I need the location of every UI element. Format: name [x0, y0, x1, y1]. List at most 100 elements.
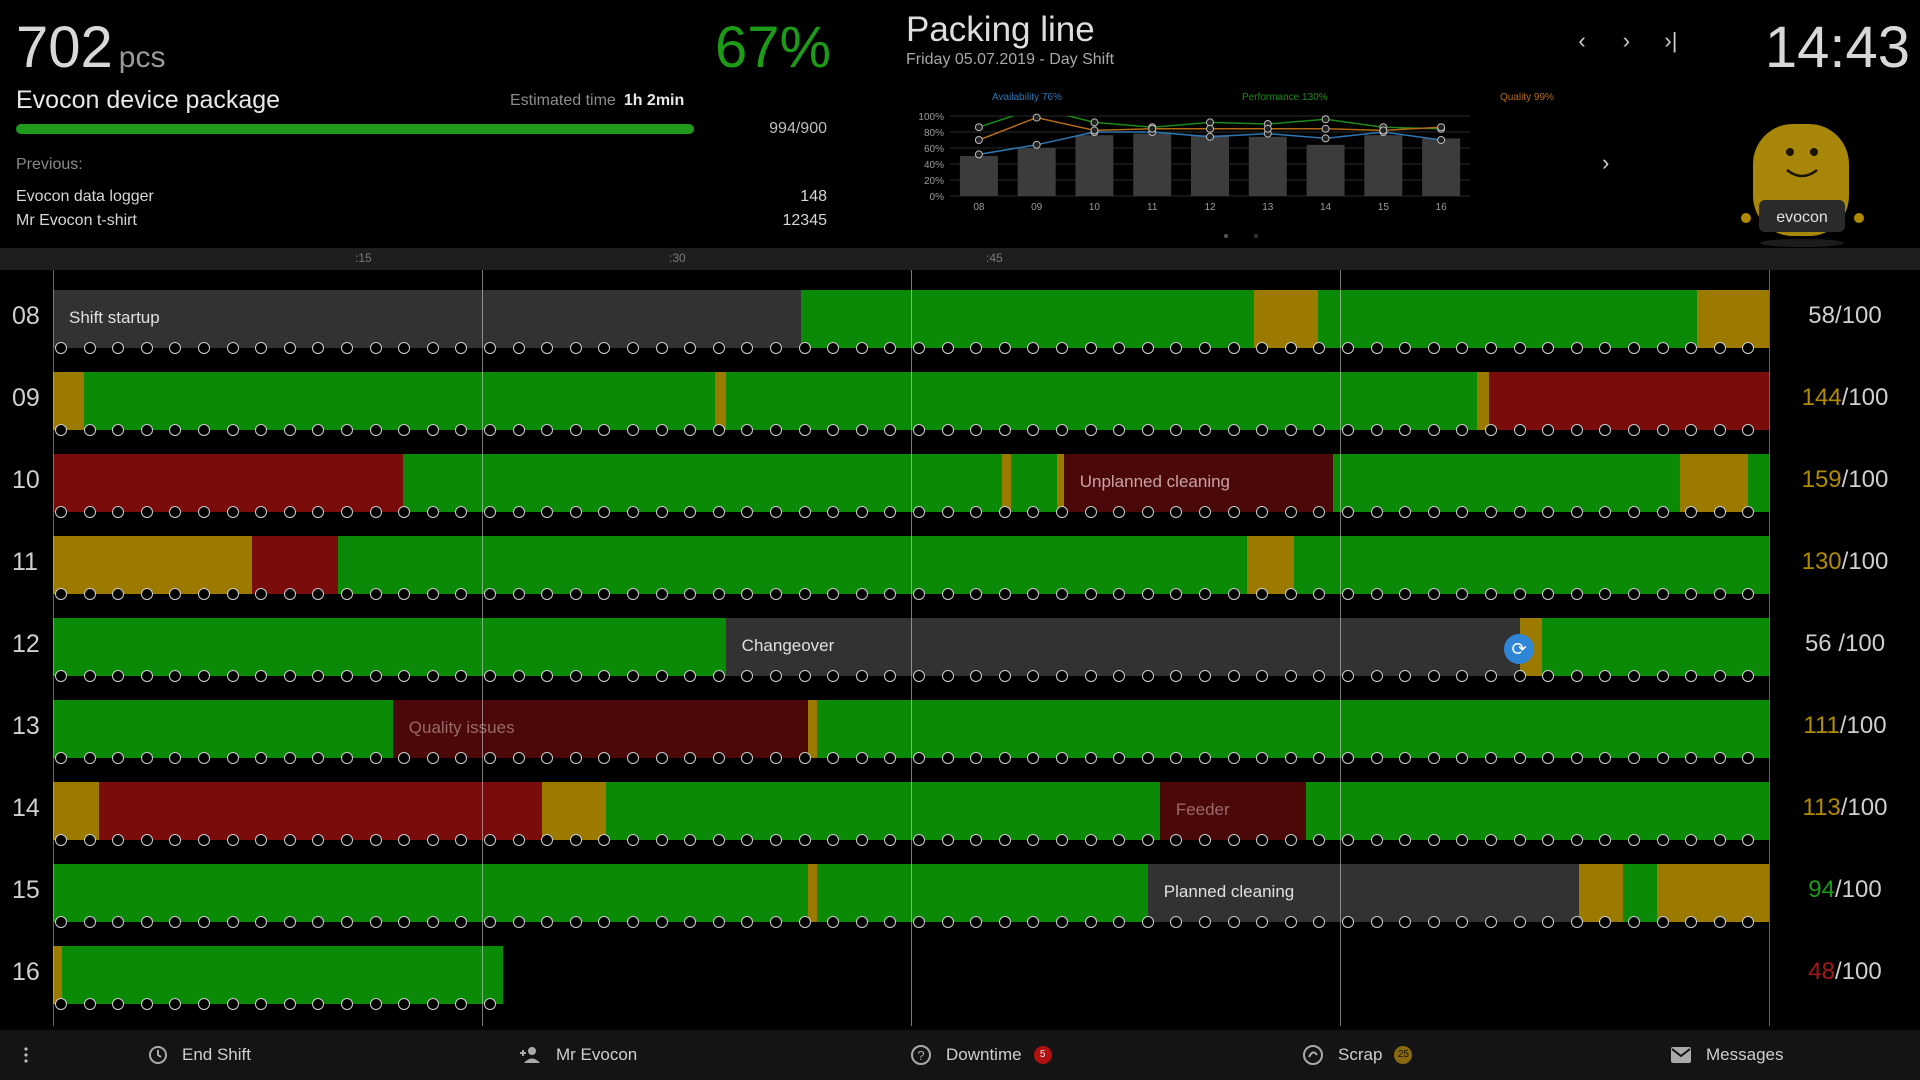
status-segment[interactable]	[715, 372, 726, 430]
cycle-marker	[140, 588, 153, 600]
cycle-marker	[398, 834, 411, 846]
status-segment[interactable]	[53, 372, 84, 430]
status-segment[interactable]	[1293, 536, 1769, 594]
status-segment[interactable]	[1477, 372, 1490, 430]
status-segment[interactable]	[1489, 372, 1769, 430]
cycle-marker	[198, 506, 210, 518]
cycle-marker	[884, 834, 897, 846]
cycle-marker	[1227, 834, 1240, 846]
status-segment[interactable]	[99, 782, 543, 840]
stop-segment[interactable]: Feeder	[1159, 782, 1306, 840]
chart-point	[1321, 124, 1330, 133]
hour-boundary-line	[1769, 270, 1770, 1026]
order-progress-count: 994/900	[769, 120, 827, 137]
cycle-marker	[484, 506, 496, 518]
stop-segment[interactable]: Planned cleaning	[1147, 864, 1579, 922]
hour-label: 08	[12, 302, 40, 330]
cycle-marker	[112, 506, 125, 518]
status-segment[interactable]	[53, 454, 404, 512]
status-segment[interactable]	[816, 864, 1148, 922]
status-segment[interactable]	[1623, 864, 1658, 922]
status-segment[interactable]	[1542, 618, 1769, 676]
status-segment[interactable]	[808, 864, 817, 922]
cycle-marker	[1313, 506, 1326, 518]
cycle-marker	[255, 424, 268, 436]
stop-segment[interactable]: Quality issues	[392, 700, 809, 758]
cycle-marker	[1399, 424, 1412, 436]
cycle-marker	[798, 670, 811, 682]
status-segment[interactable]	[53, 618, 726, 676]
status-segment[interactable]	[1333, 454, 1680, 512]
status-segment[interactable]	[816, 700, 1769, 758]
operator-button[interactable]: Mr Evocon	[518, 1030, 637, 1080]
prev-shift-button[interactable]: ‹	[1562, 28, 1602, 54]
stop-segment[interactable]: Changeover	[725, 618, 1521, 676]
status-segment[interactable]	[1578, 864, 1624, 922]
cycle-marker	[970, 588, 983, 600]
next-shift-button[interactable]: ›	[1606, 28, 1646, 54]
status-segment[interactable]	[53, 536, 253, 594]
menu-button[interactable]	[18, 1030, 48, 1080]
status-segment[interactable]	[1247, 536, 1294, 594]
chart-next-button[interactable]: ›	[1602, 150, 1609, 176]
cycle-marker	[341, 506, 353, 518]
status-segment[interactable]	[61, 946, 503, 1004]
cycle-marker	[770, 588, 782, 600]
hour-output-target: /100	[1834, 302, 1882, 329]
cycle-marker	[369, 834, 382, 846]
status-segment[interactable]	[53, 700, 393, 758]
chart-x-tick: 08	[973, 202, 985, 213]
cycle-marker	[55, 752, 67, 764]
status-segment[interactable]	[53, 946, 62, 1004]
cycle-marker	[1313, 342, 1326, 354]
cycle-marker	[884, 342, 897, 354]
cycle-marker	[855, 588, 868, 600]
status-segment[interactable]	[337, 536, 1248, 594]
product-name[interactable]: Evocon device package	[16, 86, 280, 115]
status-segment[interactable]	[1748, 454, 1769, 512]
cycle-marker	[426, 834, 439, 846]
cycle-marker	[941, 670, 954, 682]
status-segment[interactable]	[1001, 454, 1011, 512]
status-segment[interactable]	[1696, 290, 1769, 348]
status-segment[interactable]	[403, 454, 1002, 512]
stop-segment[interactable]: Shift startup	[53, 290, 802, 348]
downtime-button[interactable]: ? Downtime 5	[910, 1030, 1052, 1080]
status-segment[interactable]	[1010, 454, 1057, 512]
status-segment[interactable]	[1657, 864, 1769, 922]
cycle-marker	[1599, 506, 1612, 518]
status-segment[interactable]	[1056, 454, 1064, 512]
status-segment[interactable]	[1305, 782, 1769, 840]
status-segment[interactable]	[53, 782, 100, 840]
messages-button[interactable]: Messages	[1670, 1030, 1783, 1080]
status-segment[interactable]	[53, 864, 809, 922]
cycle-marker	[827, 752, 840, 764]
hour-output-count: 130/100	[1770, 548, 1920, 576]
cycle-marker	[369, 588, 382, 600]
stop-segment[interactable]: Unplanned cleaning	[1063, 454, 1334, 512]
cycle-marker	[1056, 588, 1068, 600]
status-segment[interactable]	[605, 782, 1160, 840]
status-segment[interactable]	[252, 536, 338, 594]
status-segment[interactable]	[542, 782, 606, 840]
cycle-marker	[83, 506, 96, 518]
status-segment[interactable]	[83, 372, 716, 430]
status-segment[interactable]	[725, 372, 1478, 430]
cycle-marker	[913, 834, 925, 846]
status-segment[interactable]	[1317, 290, 1697, 348]
status-segment[interactable]	[1679, 454, 1749, 512]
cycle-marker	[798, 424, 811, 436]
cycle-marker	[1599, 916, 1612, 928]
cycle-marker	[1570, 670, 1583, 682]
cycle-marker	[598, 834, 611, 846]
status-segment[interactable]	[801, 290, 1255, 348]
end-shift-button[interactable]: End Shift	[146, 1030, 251, 1080]
status-segment[interactable]	[808, 700, 817, 758]
cycle-marker	[827, 916, 840, 928]
scrap-button[interactable]: Scrap 25	[1302, 1030, 1413, 1080]
cycle-marker	[455, 506, 468, 518]
changeover-refresh-icon[interactable]: ⟳	[1504, 634, 1535, 664]
status-segment[interactable]	[1254, 290, 1318, 348]
cycle-marker	[255, 670, 268, 682]
current-shift-button[interactable]: ›|	[1651, 28, 1691, 54]
